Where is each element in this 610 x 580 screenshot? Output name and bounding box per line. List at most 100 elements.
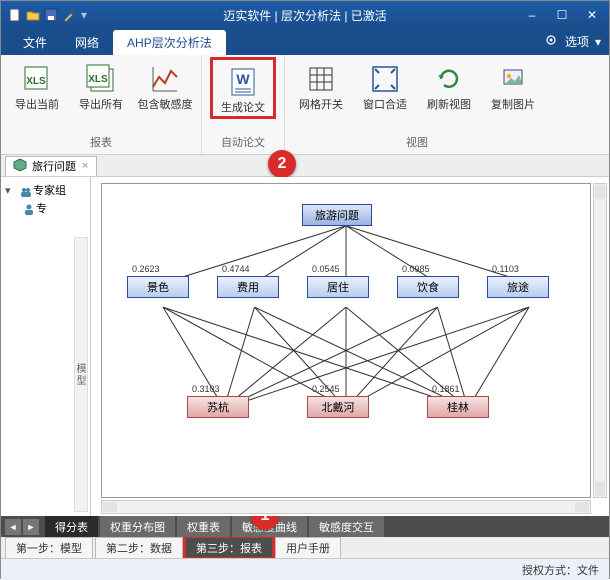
chart-node-criteria-2[interactable]: 居住 (307, 276, 369, 298)
chart-edges (102, 184, 590, 497)
inner-tab-score[interactable]: 得分表 (45, 516, 98, 537)
vertical-scrollbar[interactable] (593, 183, 607, 498)
tab-ahp[interactable]: AHP层次分析法 (113, 30, 226, 55)
options-dropdown-icon[interactable]: ▾ (595, 35, 601, 49)
canvas-wrap: 旅游问题 0.2623 景色 0.4744 费用 0.0545 居住 0.098… (91, 177, 609, 516)
refresh-view-button[interactable]: 刷新视图 (421, 59, 477, 111)
close-button[interactable]: ✕ (581, 7, 603, 23)
maximize-button[interactable]: ☐ (551, 7, 573, 23)
ribbon-group-view-title: 视图 (406, 132, 428, 152)
refresh-icon (433, 63, 465, 95)
chart-node-alt-1[interactable]: 北戴河 (307, 396, 369, 418)
step-tab-model[interactable]: 第一步：模型 (5, 537, 93, 558)
chart-node-criteria-3[interactable]: 饮食 (397, 276, 459, 298)
side-vertical-tab[interactable]: 模型 (74, 237, 88, 512)
step-tab-report[interactable]: 第三步：报表 (185, 537, 273, 558)
refresh-view-label: 刷新视图 (427, 99, 471, 111)
chart-node-alt-2[interactable]: 桂林 (427, 396, 489, 418)
tab-nav-arrows[interactable]: ◄► (5, 519, 39, 535)
window-title: 迈实软件 | 层次分析法 | 已激活 (1, 7, 609, 24)
tools-icon[interactable] (61, 7, 77, 23)
horizontal-scrollbar[interactable] (101, 500, 591, 514)
chart-node-criteria-1[interactable]: 费用 (217, 276, 279, 298)
chart-node-alt-0[interactable]: 苏杭 (187, 396, 249, 418)
fit-icon (369, 63, 401, 95)
inner-tab-sens-interact[interactable]: 敏感度交互 (309, 516, 384, 537)
svg-text:XLS: XLS (88, 74, 108, 85)
users-icon (18, 184, 30, 196)
save-icon[interactable] (43, 7, 59, 23)
ribbon-group-autopaper-title: 自动论文 (221, 132, 265, 152)
status-bar: 授权方式： 文件 (1, 558, 609, 580)
word-doc-icon: W (227, 66, 259, 98)
qat-dropdown-icon[interactable]: ▾ (79, 8, 89, 22)
copy-image-label: 复制图片 (491, 99, 535, 111)
inner-tab-strip: ◄► 得分表 权重分布图 权重表 敏感度曲线 敏感度交互 1 (1, 516, 609, 537)
gear-icon[interactable] (543, 32, 559, 51)
cube-icon (12, 157, 28, 176)
xls-all-icon: XLS (85, 63, 117, 95)
tree-view[interactable]: ▾ 专家组 专 (1, 177, 90, 221)
export-current-button[interactable]: XLS 导出当前 (9, 59, 65, 111)
weight-label: 0.0545 (312, 264, 340, 274)
minimize-button[interactable]: – (521, 7, 543, 23)
include-sens-label: 包含敏感度 (138, 99, 193, 111)
document-tab-label: 旅行问题 (32, 158, 76, 174)
grid-icon (305, 63, 337, 95)
generate-paper-button[interactable]: W 生成论文 (215, 62, 271, 114)
tab-file[interactable]: 文件 (9, 30, 61, 55)
new-file-icon[interactable] (7, 7, 23, 23)
grid-toggle-button[interactable]: 网格开关 (293, 59, 349, 111)
options-label[interactable]: 选项 (565, 33, 589, 50)
chart-node-criteria-4[interactable]: 旅途 (487, 276, 549, 298)
weight-label: 0.3103 (192, 384, 220, 394)
menu-tab-bar: 文件 网络 AHP层次分析法 选项 ▾ (1, 29, 609, 55)
document-tab[interactable]: 旅行问题 × (5, 156, 97, 176)
tree-label-expert: 专 (36, 200, 47, 216)
weight-label: 0.1861 (432, 384, 460, 394)
status-license-label: 授权方式： (522, 562, 577, 578)
step-tab-manual[interactable]: 用户手册 (275, 537, 341, 558)
tree-row-experts[interactable]: ▾ 专家组 (5, 181, 86, 199)
step-tab-data[interactable]: 第二步：数据 (95, 537, 183, 558)
user-icon (21, 202, 33, 214)
ribbon-group-report-title: 报表 (90, 132, 112, 152)
copy-image-icon (497, 63, 529, 95)
close-tab-icon[interactable]: × (80, 160, 90, 172)
inner-tab-weight-chart[interactable]: 权重分布图 (100, 516, 175, 537)
copy-image-button[interactable]: 复制图片 (485, 59, 541, 111)
window-buttons: – ☐ ✕ (521, 7, 603, 23)
export-all-button[interactable]: XLS 导出所有 (73, 59, 129, 111)
grid-toggle-label: 网格开关 (299, 99, 343, 111)
ribbon-group-view: 网格开关 窗口合适 刷新视图 复制图片 视图 (285, 55, 549, 154)
chart-node-goal[interactable]: 旅游问题 (302, 204, 372, 226)
ribbon-group-report: XLS 导出当前 XLS 导出所有 包含敏感度 报表 (1, 55, 202, 154)
tree-toggle-icon[interactable]: ▾ (5, 184, 15, 197)
chart-node-criteria-0[interactable]: 景色 (127, 276, 189, 298)
tree-label-experts: 专家组 (33, 182, 66, 198)
weight-label: 0.2545 (312, 384, 340, 394)
open-folder-icon[interactable] (25, 7, 41, 23)
side-panel: ▾ 专家组 专 模型 (1, 177, 91, 516)
include-sens-button[interactable]: 包含敏感度 (137, 59, 193, 111)
step-tab-strip: 第一步：模型 第二步：数据 第三步：报表 用户手册 (1, 537, 609, 558)
annotation-badge-2: 2 (268, 150, 296, 178)
generate-paper-label: 生成论文 (221, 102, 265, 114)
ribbon-group-autopaper: W 生成论文 自动论文 2 (202, 55, 285, 154)
xls-icon: XLS (21, 63, 53, 95)
fit-window-label: 窗口合适 (363, 99, 407, 111)
quick-access-toolbar: ▾ (7, 7, 89, 23)
weight-label: 0.0985 (402, 264, 430, 274)
title-bar: ▾ 迈实软件 | 层次分析法 | 已激活 – ☐ ✕ (1, 1, 609, 29)
status-license-value: 文件 (577, 562, 599, 578)
fit-window-button[interactable]: 窗口合适 (357, 59, 413, 111)
export-all-label: 导出所有 (79, 99, 123, 111)
sens-chart-icon (149, 63, 181, 95)
inner-tab-weight-table[interactable]: 权重表 (177, 516, 230, 537)
svg-text:W: W (236, 71, 250, 87)
tree-row-expert[interactable]: 专 (5, 199, 86, 217)
weight-label: 0.1103 (492, 264, 519, 274)
hierarchy-canvas[interactable]: 旅游问题 0.2623 景色 0.4744 费用 0.0545 居住 0.098… (101, 183, 591, 498)
weight-label: 0.4744 (222, 264, 250, 274)
tab-network[interactable]: 网络 (61, 30, 113, 55)
